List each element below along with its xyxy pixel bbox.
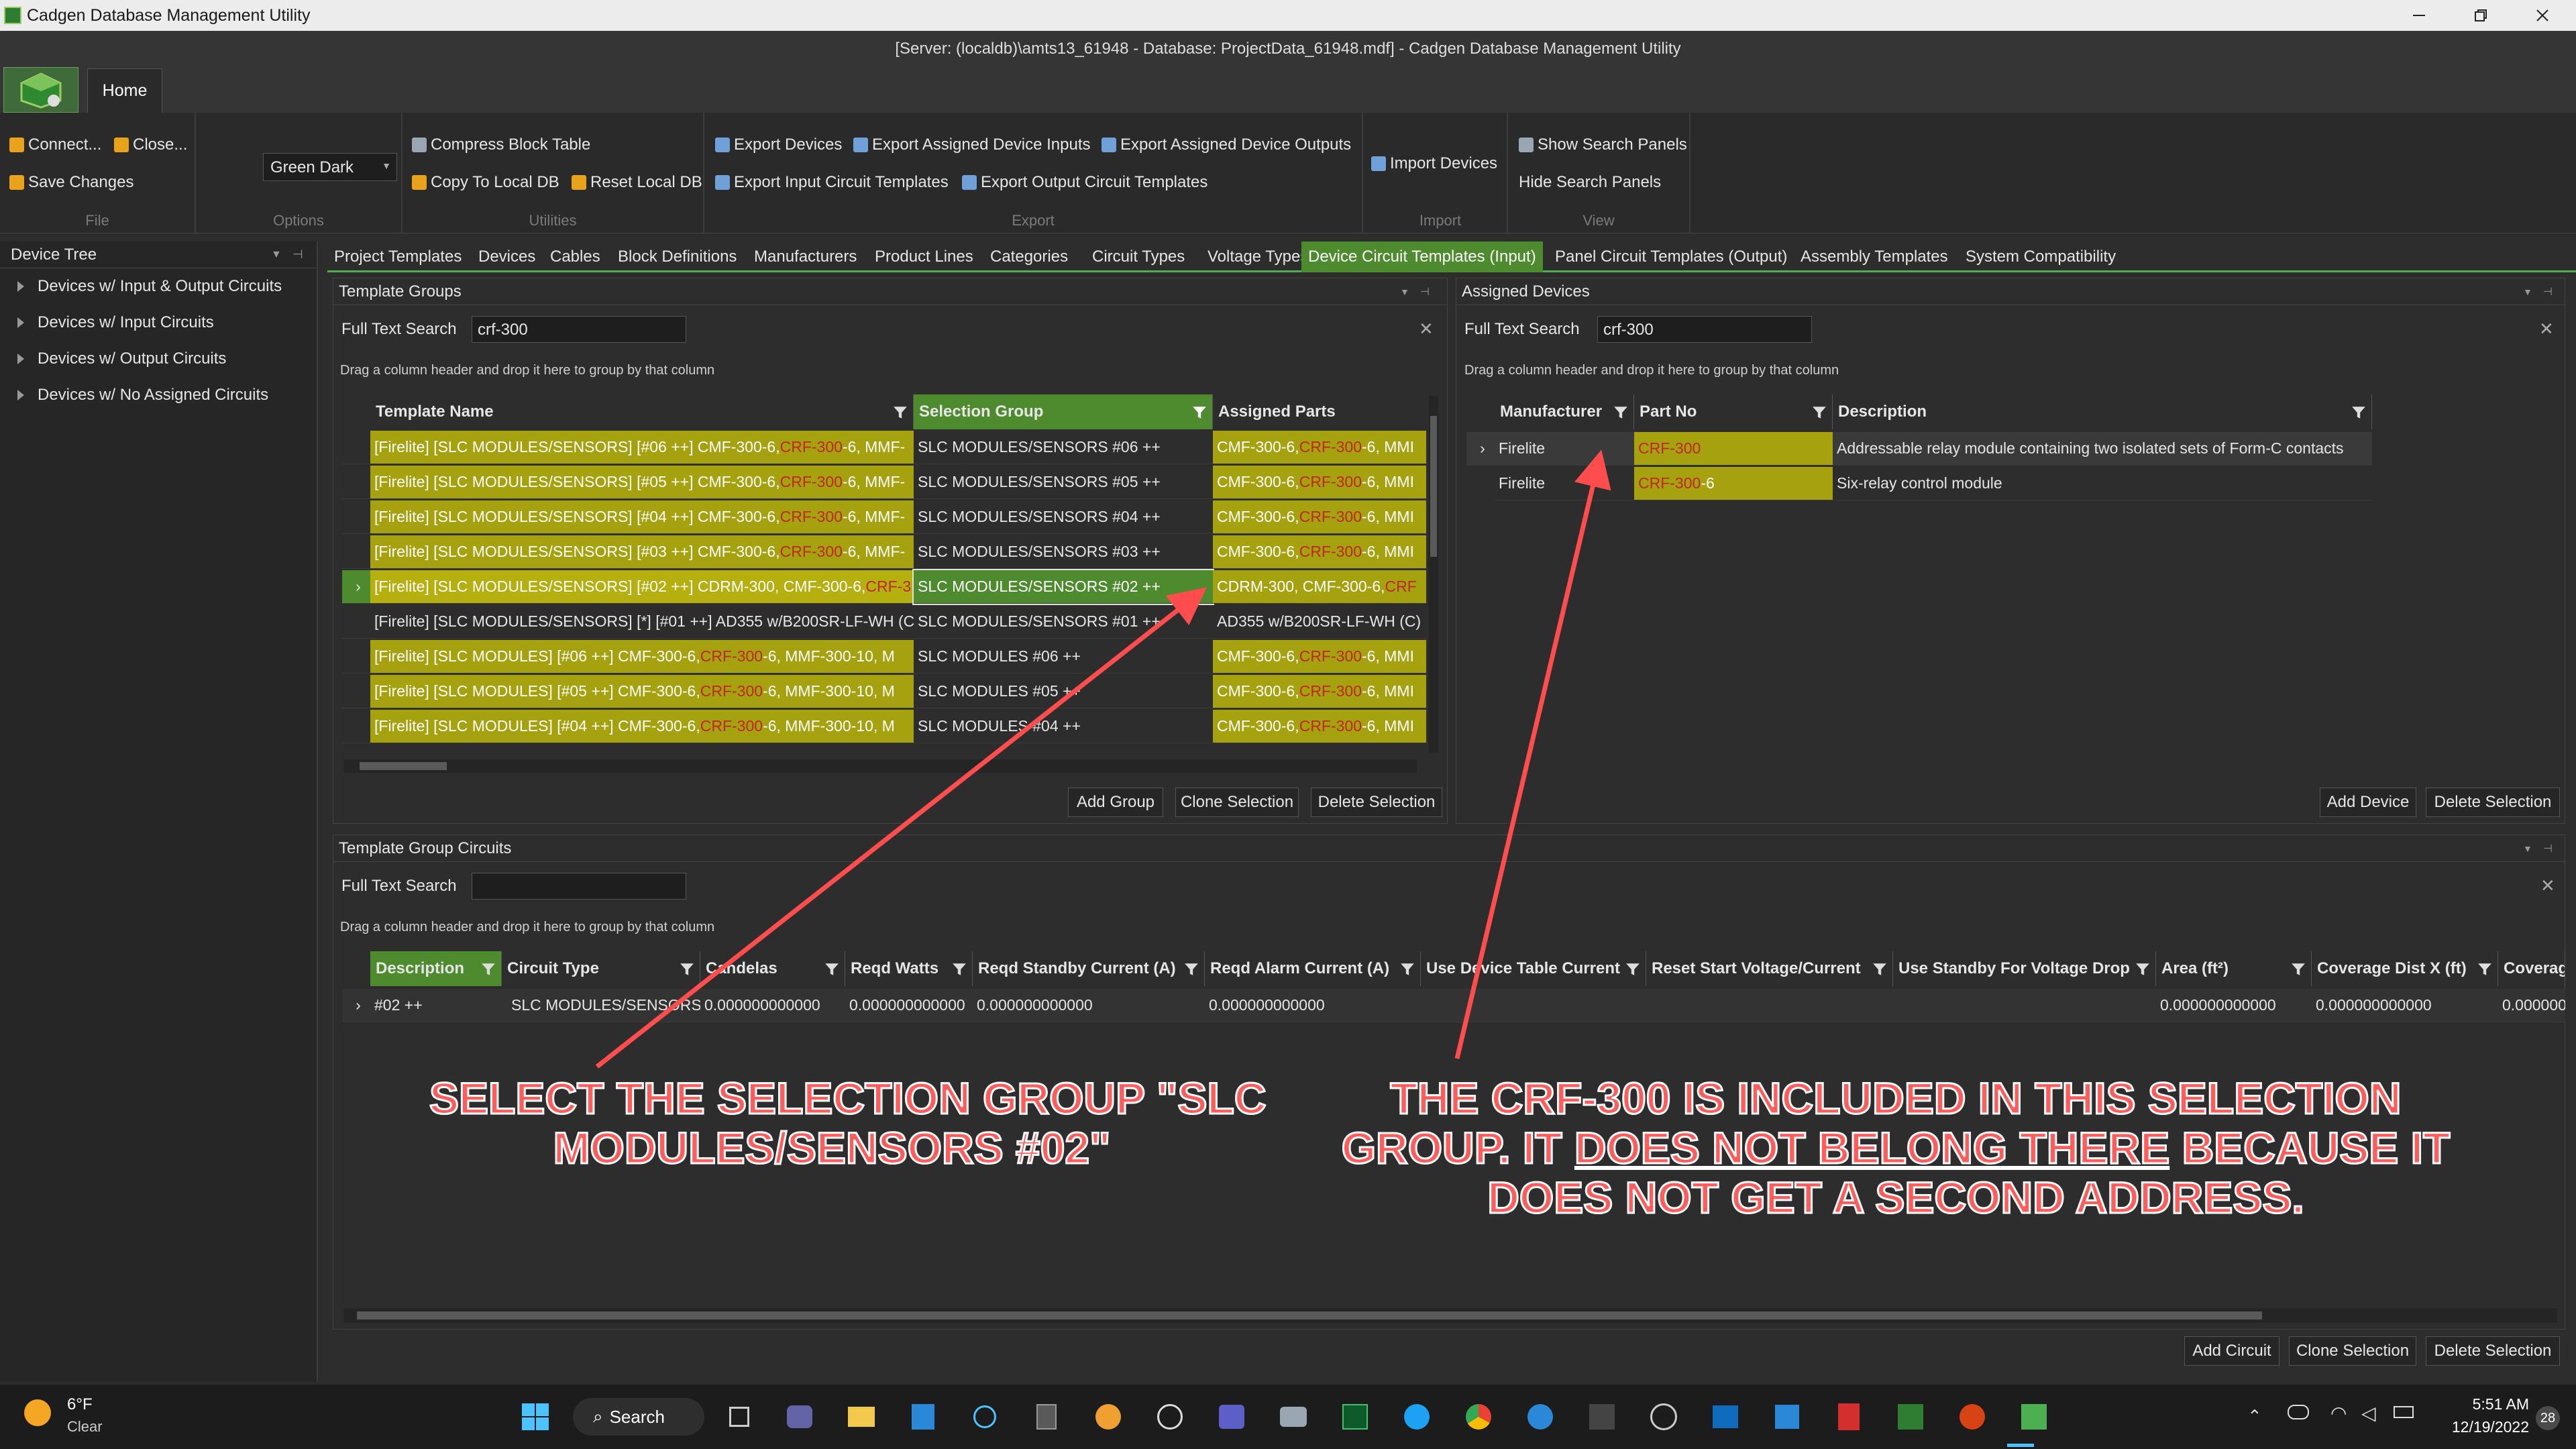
captivate-icon[interactable] xyxy=(1336,1398,1374,1436)
snipping-tool-icon[interactable] xyxy=(966,1398,1004,1436)
outlook-icon[interactable] xyxy=(1707,1398,1744,1436)
dell-icon[interactable] xyxy=(1645,1398,1682,1436)
file-explorer-icon[interactable] xyxy=(843,1398,880,1436)
search-icon: ⌕ xyxy=(593,1406,603,1426)
active-app-indicator xyxy=(2007,1444,2034,1447)
cadgen-active-icon[interactable] xyxy=(2015,1398,2053,1436)
app-icon-arrow[interactable] xyxy=(1521,1398,1559,1436)
battery-icon[interactable] xyxy=(2394,1406,2414,1418)
clock-date[interactable]: 12/19/2022 xyxy=(2442,1418,2529,1436)
app-icon-orange[interactable] xyxy=(1953,1398,1991,1436)
cadgen-taskbar-icon[interactable] xyxy=(1892,1398,1929,1436)
onedrive-icon[interactable] xyxy=(2288,1405,2309,1419)
taskbar: 6°F Clear ⌕ Search ⌃ ◠ ◁ 5:51 AM 12/19/20… xyxy=(0,1385,2576,1449)
annotation-arrows xyxy=(595,449,1611,1069)
weather-moon-icon xyxy=(24,1399,51,1426)
calculator-icon[interactable] xyxy=(1028,1398,1065,1436)
edge-icon[interactable] xyxy=(1089,1398,1127,1436)
task-view-icon[interactable] xyxy=(720,1398,758,1436)
chat-icon[interactable] xyxy=(781,1398,818,1436)
wifi-icon[interactable]: ◠ xyxy=(2330,1402,2347,1424)
clock-time[interactable]: 5:51 AM xyxy=(2442,1395,2529,1413)
app-icon-blue[interactable] xyxy=(904,1398,942,1436)
notification-badge[interactable]: 28 xyxy=(2536,1406,2560,1430)
teams-icon[interactable] xyxy=(1213,1398,1250,1436)
autodesk-icon[interactable] xyxy=(1583,1398,1621,1436)
settings-icon[interactable] xyxy=(1768,1398,1806,1436)
edge-browser-icon[interactable] xyxy=(1398,1398,1436,1436)
volume-icon[interactable]: ◁ xyxy=(2361,1402,2376,1424)
taskbar-search[interactable]: ⌕ Search xyxy=(573,1398,704,1436)
pdf-icon[interactable] xyxy=(1830,1398,1868,1436)
weather-desc[interactable]: Clear xyxy=(67,1418,103,1436)
chevron-up-icon[interactable]: ⌃ xyxy=(2247,1406,2262,1427)
camera-icon[interactable] xyxy=(1275,1398,1312,1436)
annotation-arrow-right xyxy=(1454,449,1611,1059)
speedometer-icon[interactable] xyxy=(1151,1398,1189,1436)
annotation-arrow-left xyxy=(595,587,1208,1069)
chrome-icon[interactable] xyxy=(1460,1398,1497,1436)
weather-temp[interactable]: 6°F xyxy=(67,1395,93,1414)
annotation-left: SELECT THE SELECTION GROUP "SLC MODULES/… xyxy=(429,1073,1268,1174)
start-button[interactable] xyxy=(517,1398,554,1436)
annotation-right: THE CRF-300 IS INCLUDED IN THIS SELECTIO… xyxy=(1340,1073,2451,1224)
